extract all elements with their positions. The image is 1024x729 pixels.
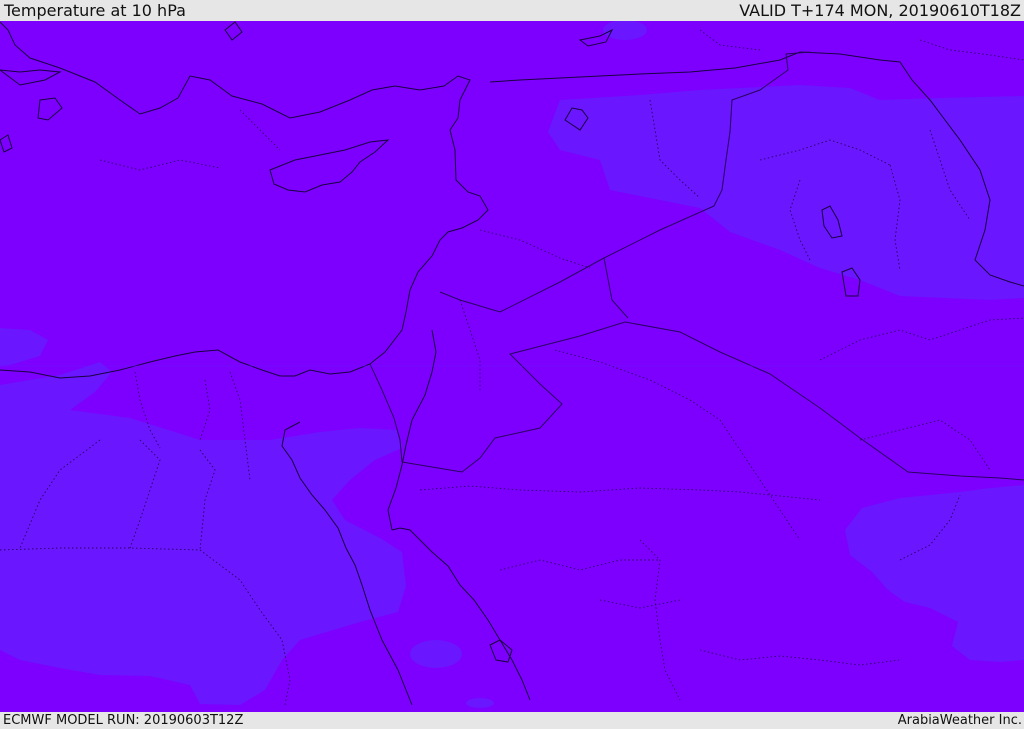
temperature-blob-south xyxy=(466,698,494,708)
valid-time: VALID T+174 MON, 20190610T18Z xyxy=(739,1,1021,20)
model-run: ECMWF MODEL RUN: 20190603T12Z xyxy=(3,713,244,728)
header-bar: Temperature at 10 hPa VALID T+174 MON, 2… xyxy=(0,0,1024,21)
map-title: Temperature at 10 hPa xyxy=(4,1,186,20)
temperature-blob-red-sea xyxy=(410,640,462,668)
provider-credit: ArabiaWeather Inc. xyxy=(897,713,1022,728)
map-svg xyxy=(0,21,1024,712)
temperature-map[interactable] xyxy=(0,21,1024,712)
footer-bar: ECMWF MODEL RUN: 20190603T12Z ArabiaWeat… xyxy=(0,712,1024,729)
